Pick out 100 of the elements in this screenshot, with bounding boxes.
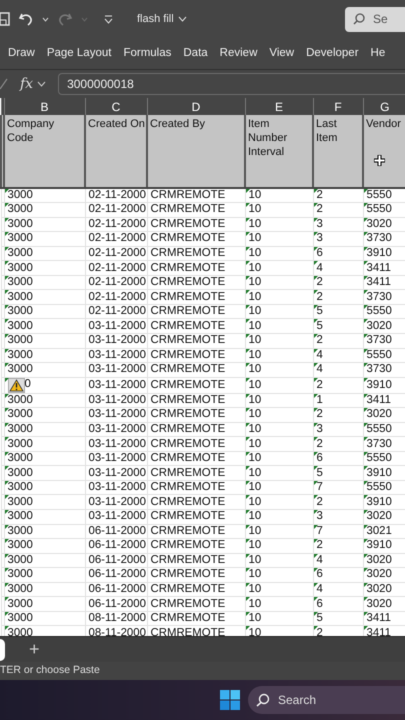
table-cell: 10 <box>248 554 262 566</box>
table-cell: CRMREMOTE <box>150 232 226 244</box>
table-cell: CRMREMOTE <box>150 305 226 318</box>
table-cell: 06-11-2000 <box>88 539 146 552</box>
table-cell: 3 <box>316 232 323 244</box>
table-cell: 10 <box>248 348 262 361</box>
table-cell: 10 <box>248 305 262 318</box>
column-letter[interactable]: C <box>85 98 147 115</box>
table-cell: 10 <box>248 524 262 537</box>
table-cell: CRMREMOTE <box>150 334 226 346</box>
ribbon-tab[interactable]: He <box>370 44 386 62</box>
header-cell: Last Item <box>313 115 363 188</box>
table-cell: 03-11-2000 <box>88 422 146 435</box>
table-cell: 10 <box>248 246 262 259</box>
table-cell: 3000 <box>8 246 33 259</box>
table-cell: 03-11-2000 <box>88 452 146 464</box>
table-cell: 3 <box>316 422 323 435</box>
table-cell: 5550 <box>366 422 392 435</box>
windows-icon[interactable] <box>220 690 240 710</box>
table-cell: 03-11-2000 <box>88 334 146 346</box>
table-cell: CRMREMOTE <box>150 438 226 450</box>
table-cell: 5 <box>316 305 323 318</box>
table-cell: 3 <box>316 218 323 230</box>
table-cell: 6 <box>316 246 323 259</box>
table-cell: 2 <box>316 539 323 552</box>
table-cell: CRMREMOTE <box>150 348 226 361</box>
save-icon[interactable] <box>0 12 10 26</box>
search-field[interactable]: Se <box>345 6 405 32</box>
table-cell: 3000 <box>8 452 33 464</box>
ribbon-tab[interactable]: Formulas <box>123 44 172 62</box>
table-cell: 3730 <box>366 438 392 450</box>
customize-icon[interactable] <box>104 14 113 24</box>
table-cell: 10 <box>248 262 262 274</box>
caret-icon[interactable] <box>42 16 49 22</box>
column-letter[interactable]: E <box>245 98 313 115</box>
formula-field[interactable]: 3000000018 <box>58 73 405 95</box>
table-cell: 3000 <box>8 612 33 624</box>
table-cell: 3730 <box>366 290 392 303</box>
table-cell: 3910 <box>366 378 392 391</box>
check-icon[interactable] <box>0 78 8 90</box>
table-cell: 02-11-2000 <box>88 189 146 202</box>
table-cell: CRMREMOTE <box>150 598 226 610</box>
table-cell: 10 <box>248 539 262 552</box>
function-button[interactable]: fx <box>20 74 34 94</box>
ribbon-tab[interactable]: Review <box>220 44 258 62</box>
table-cell: 4 <box>316 348 323 361</box>
column-letter[interactable]: G <box>363 98 405 115</box>
table-cell: 3000 <box>8 218 33 230</box>
table-cell: 3910 <box>366 496 392 508</box>
warning-icon[interactable] <box>8 378 24 392</box>
table-cell: 3910 <box>366 539 392 552</box>
table-cell: 08-11-2000 <box>88 612 146 624</box>
table-cell: CRMREMOTE <box>150 568 226 580</box>
table-cell: CRMREMOTE <box>150 218 226 230</box>
table-cell: 2 <box>316 408 323 420</box>
table-cell: 03-11-2000 <box>88 466 146 479</box>
undo-icon[interactable] <box>18 11 34 27</box>
caret-icon[interactable] <box>37 81 46 87</box>
table-cell: 7 <box>316 524 323 537</box>
table-cell: 03-11-2000 <box>88 481 146 494</box>
table-cell: 03-11-2000 <box>88 348 146 361</box>
table-cell: 0 <box>24 378 31 390</box>
table-cell: 10 <box>248 334 262 346</box>
table-cell: 3411 <box>366 612 391 624</box>
file-name[interactable]: flash fill <box>137 10 187 28</box>
table-cell: 3000 <box>8 232 33 244</box>
column-letter[interactable]: D <box>147 98 245 115</box>
add-sheet-button[interactable]: + <box>29 636 40 663</box>
table-cell: 10 <box>248 378 262 391</box>
table-cell: 10 <box>248 320 262 332</box>
table-cell: 3910 <box>366 466 392 479</box>
table-cell: 10 <box>248 276 262 288</box>
table-cell: CRMREMOTE <box>150 452 226 464</box>
table-cell: 10 <box>248 189 262 202</box>
taskbar-search[interactable]: Search <box>248 686 405 714</box>
table-cell: 3000 <box>8 554 33 566</box>
table-cell: 2 <box>316 438 323 450</box>
table-cell: CRMREMOTE <box>150 246 226 259</box>
ribbon-tab[interactable]: Page Layout <box>46 44 112 62</box>
ribbon-tab[interactable]: View <box>269 44 294 62</box>
table-cell: 03-11-2000 <box>88 438 146 450</box>
table-cell: 2 <box>316 290 323 303</box>
table-cell: 2 <box>316 334 323 346</box>
table-cell: 10 <box>248 466 262 479</box>
sheet-tab[interactable] <box>0 638 5 660</box>
table-cell: 5 <box>316 320 323 332</box>
table-cell: CRMREMOTE <box>150 524 226 537</box>
table-cell: 3000 <box>8 582 33 595</box>
column-letter[interactable]: F <box>313 98 363 115</box>
table-cell: 2 <box>316 276 323 288</box>
table-cell: 3000 <box>8 189 33 202</box>
table-cell: 02-11-2000 <box>88 276 146 288</box>
column-letter[interactable]: B <box>4 98 85 115</box>
ribbon-tab[interactable]: Draw <box>8 44 35 62</box>
table-cell: 3000 <box>8 334 33 346</box>
table-cell: 03-11-2000 <box>88 394 146 406</box>
ribbon-tab[interactable]: Data <box>183 44 208 62</box>
ribbon-tab[interactable]: Developer <box>306 44 359 62</box>
table-cell: 10 <box>248 408 262 420</box>
table-cell: 3000 <box>8 408 33 420</box>
